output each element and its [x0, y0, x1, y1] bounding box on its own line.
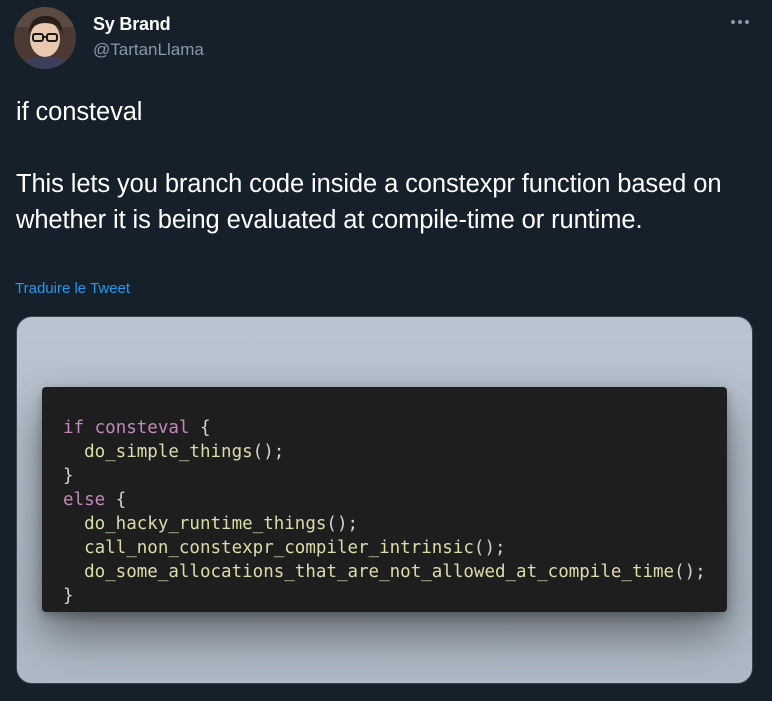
code-token: do_hacky_runtime_things: [84, 514, 327, 534]
code-token: do_some_allocations_that_are_not_allowed…: [84, 562, 675, 582]
tweet-image[interactable]: if consteval { do_simple_things(); } els…: [16, 316, 753, 684]
code-token: if: [63, 418, 85, 438]
tweet: Sy Brand @TartanLlama if consteval This …: [0, 0, 772, 701]
user-avatar-icon: [14, 7, 76, 69]
translate-tweet-link[interactable]: Traduire le Tweet: [15, 280, 130, 297]
more-horizontal-icon: [731, 20, 749, 24]
author-display-name[interactable]: Sy Brand: [93, 14, 171, 35]
code-token: do_simple_things: [84, 442, 253, 462]
code-token: else: [63, 490, 106, 510]
code-snippet: if consteval { do_simple_things(); } els…: [42, 387, 727, 612]
code-token: call_non_constexpr_compiler_intrinsic: [84, 538, 474, 558]
code-token: consteval: [94, 418, 190, 438]
tweet-text-title: if consteval: [16, 98, 143, 126]
tweet-text-body: This lets you branch code inside a const…: [16, 170, 722, 234]
code-block: if consteval { do_simple_things(); } els…: [63, 418, 706, 606]
author-avatar[interactable]: [14, 7, 76, 69]
tweet-text: if consteval This lets you branch code i…: [16, 94, 761, 238]
author-handle[interactable]: @TartanLlama: [93, 40, 204, 60]
more-options-button[interactable]: [724, 8, 756, 36]
